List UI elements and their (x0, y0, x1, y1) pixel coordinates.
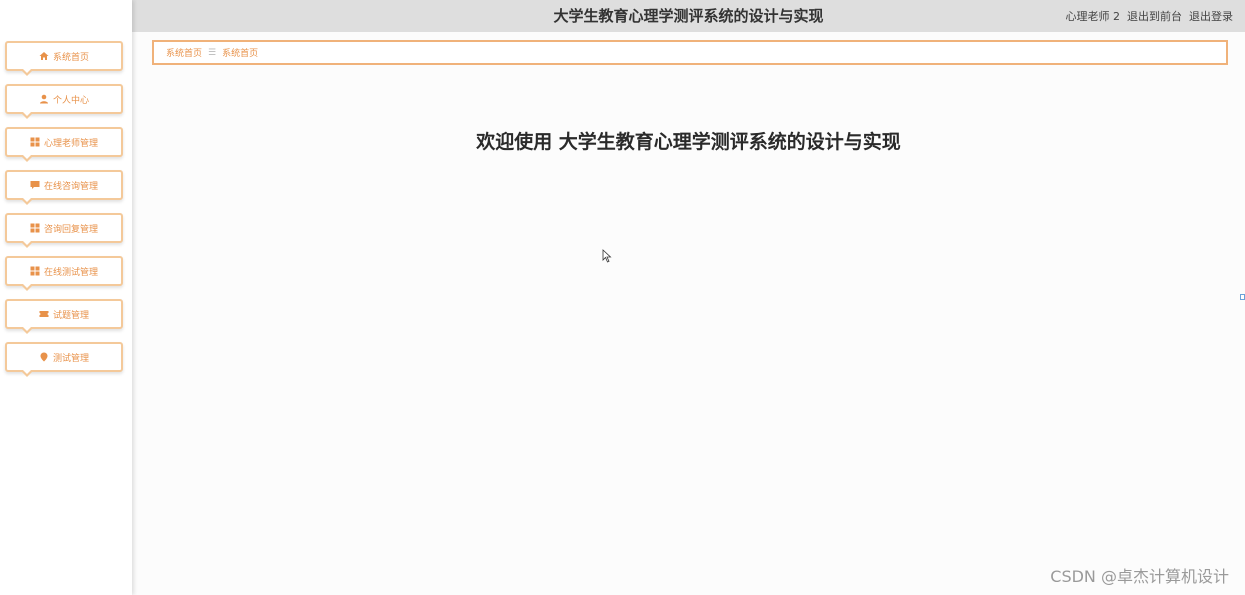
breadcrumb-current: 系统首页 (222, 49, 259, 59)
sidebar-item-label: 系统首页 (52, 52, 89, 63)
sidebar-item-profile[interactable]: 个人中心 (5, 84, 123, 119)
sidebar: 系统首页 个人中心 心理老师管理 在线咨询管理 咨询回复管理 在线测试管理 试题… (0, 0, 132, 595)
exit-to-front-link[interactable]: 退出到前台 (1127, 8, 1182, 24)
sidebar-item-reply-management[interactable]: 咨询回复管理 (5, 213, 123, 248)
mouse-cursor-icon (602, 248, 612, 263)
sidebar-item-label: 心理老师管理 (43, 138, 98, 149)
resize-handle-right[interactable] (1240, 294, 1245, 300)
chat-icon (30, 180, 40, 190)
sidebar-item-teacher-management[interactable]: 心理老师管理 (5, 127, 123, 162)
top-header: 大学生教育心理学测评系统的设计与实现 心理老师 2 退出到前台 退出登录 (132, 0, 1245, 32)
sidebar-item-label: 个人中心 (52, 95, 89, 106)
sidebar-item-label: 试题管理 (52, 310, 89, 321)
sidebar-item-test-management[interactable]: 测试管理 (5, 342, 123, 377)
sidebar-item-online-test-management[interactable]: 在线测试管理 (5, 256, 123, 291)
sidebar-item-label: 咨询回复管理 (43, 224, 98, 235)
breadcrumb-root[interactable]: 系统首页 (166, 46, 202, 59)
location-icon (39, 352, 49, 362)
breadcrumb: 系统首页 ☰ 系统首页 (152, 40, 1228, 65)
ticket-icon (39, 309, 49, 319)
sidebar-item-home[interactable]: 系统首页 (5, 41, 123, 76)
user-icon (39, 94, 49, 104)
welcome-heading: 欢迎使用 大学生教育心理学测评系统的设计与实现 (476, 131, 901, 153)
current-user: 心理老师 2 (1065, 10, 1121, 23)
sidebar-item-label: 在线咨询管理 (43, 181, 98, 192)
logout-link[interactable]: 退出登录 (1189, 8, 1233, 24)
header-user-area: 心理老师 2 退出到前台 退出登录 (1066, 8, 1234, 24)
home-icon (39, 51, 49, 61)
sidebar-item-question-management[interactable]: 试题管理 (5, 299, 123, 334)
sidebar-item-consult-management[interactable]: 在线咨询管理 (5, 170, 123, 205)
grid-icon (30, 137, 40, 147)
breadcrumb-separator: ☰ (208, 47, 217, 58)
grid-icon (30, 266, 40, 276)
watermark-text: CSDN @卓杰计算机设计 (1050, 567, 1229, 586)
grid-icon (30, 223, 40, 233)
sidebar-item-label: 在线测试管理 (43, 267, 98, 278)
sidebar-item-label: 测试管理 (52, 353, 89, 364)
